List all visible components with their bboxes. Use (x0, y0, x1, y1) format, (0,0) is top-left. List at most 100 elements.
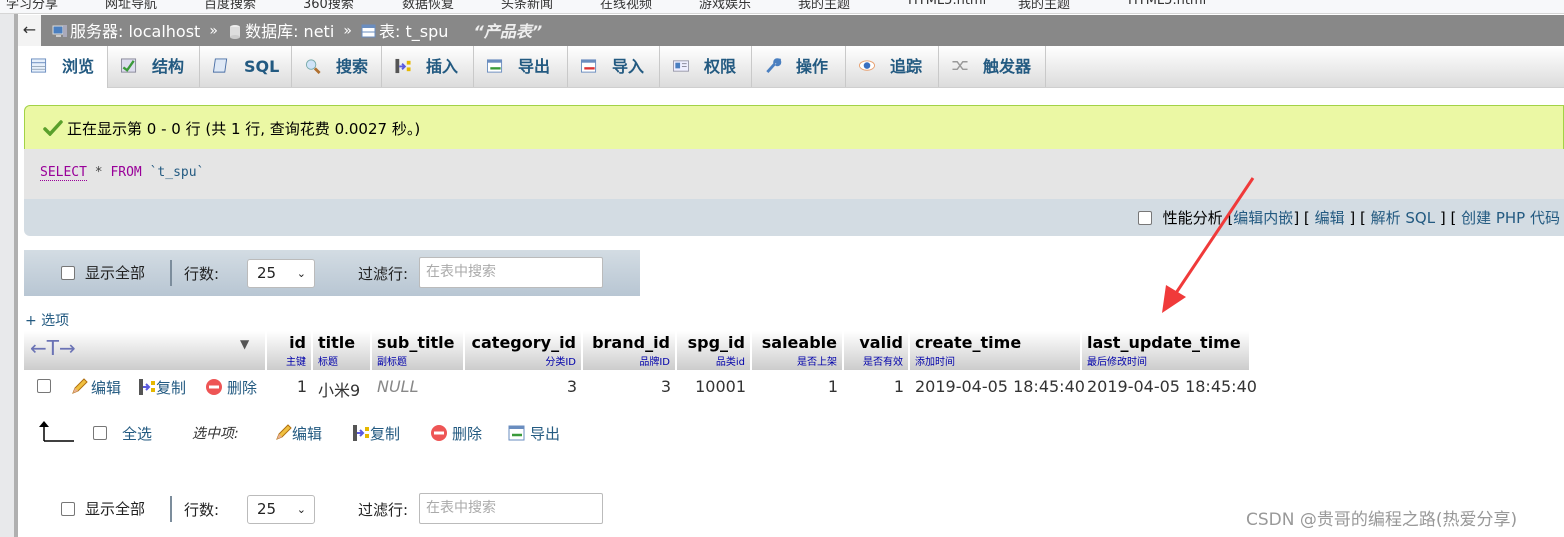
tab-triggers[interactable]: 触发器 (939, 46, 1046, 87)
navigation-panel-bottom: 显示全部 行数: 25 ⌄ 过滤行: 在表中搜索 (24, 486, 640, 532)
collapse-nav-button[interactable]: ← (18, 15, 41, 46)
column-name[interactable]: id (289, 333, 306, 352)
bulk-export-button[interactable]: 导出 (508, 423, 560, 444)
bookmark-item[interactable]: 我的主题 (1018, 0, 1070, 12)
bookmark-item[interactable]: 游戏娱乐 (699, 0, 751, 12)
cell-id[interactable]: 1 (267, 377, 307, 396)
cell-title[interactable]: 小米9 (318, 377, 360, 401)
tab-wrench[interactable]: 操作 (752, 46, 846, 87)
tab-import[interactable]: 导入 (568, 46, 660, 87)
sql-select-keyword[interactable]: SELECT (40, 165, 87, 181)
column-header-spg-id[interactable]: spg_id 品类id (677, 331, 751, 370)
copy-icon (139, 378, 155, 395)
cell-sub-title[interactable]: NULL (377, 377, 419, 396)
cell-valid[interactable]: 1 (844, 377, 904, 396)
tab-browse[interactable]: 浏览 (18, 46, 108, 88)
tab-privileges[interactable]: 权限 (660, 46, 752, 87)
column-header-saleable[interactable]: saleable 是否上架 (752, 331, 843, 370)
bulk-copy-button[interactable]: 复制 (352, 423, 400, 444)
bookmark-item[interactable]: 头条新闻 (501, 0, 553, 12)
breadcrumb-server[interactable]: 服务器: localhost (70, 22, 200, 41)
column-name[interactable]: last_update_time (1087, 333, 1241, 352)
cell-saleable[interactable]: 1 (752, 377, 838, 396)
export-icon (487, 58, 503, 73)
column-name[interactable]: create_time (915, 333, 1021, 352)
filter-rows-input[interactable]: 在表中搜索 (419, 257, 603, 288)
cell-category-id[interactable]: 3 (465, 377, 577, 396)
edit-query-link[interactable]: 编辑 (1315, 209, 1345, 227)
rows-per-page-select-bottom[interactable]: 25 ⌄ (247, 495, 315, 524)
rows-per-page-select[interactable]: 25 ⌄ (247, 259, 315, 288)
column-header-valid[interactable]: valid 是否有效 (844, 331, 909, 370)
bookmark-item[interactable]: 我的主题 (798, 0, 850, 12)
create-php-code-link[interactable]: 创建 PHP 代码 (1461, 209, 1560, 227)
tab-bar: 浏览 结构 SQL 搜索 插入 导出 导入 权限 操作 追踪 触发器 (18, 46, 1564, 88)
panel-resizer[interactable] (14, 14, 18, 537)
column-name[interactable]: category_id (472, 333, 576, 352)
column-header-title[interactable]: title 标题 (313, 331, 371, 370)
column-name[interactable]: sub_title (377, 333, 454, 352)
filter-rows-input-bottom[interactable]: 在表中搜索 (419, 493, 603, 524)
actions-header: ←T→ ▼ (24, 331, 266, 370)
explain-sql-link[interactable]: 解析 SQL (1371, 209, 1435, 227)
select-all-link[interactable]: 全选 (122, 423, 152, 444)
row-edit-button[interactable]: 编辑 (70, 377, 121, 398)
breadcrumb-table[interactable]: 表: t_spu (379, 22, 448, 41)
tab-search[interactable]: 搜索 (292, 46, 382, 87)
column-name[interactable]: valid (859, 333, 903, 352)
bulk-edit-button[interactable]: 编辑 (274, 423, 322, 444)
options-toggle-link[interactable]: + 选项 (25, 310, 69, 330)
column-header-last-update-time[interactable]: last_update_time 最后修改时间 (1082, 331, 1250, 370)
row-checkbox[interactable] (37, 379, 51, 393)
column-name[interactable]: brand_id (592, 333, 670, 352)
export-icon (508, 425, 525, 440)
bookmark-item[interactable]: HTML5.html (1128, 0, 1206, 8)
show-all-checkbox[interactable] (61, 265, 75, 280)
tab-insert[interactable]: 插入 (382, 46, 474, 87)
column-header-category-id[interactable]: category_id 分类ID (465, 331, 582, 370)
bookmark-item[interactable]: 网址导航 (105, 0, 157, 12)
rows-label: 行数: (184, 501, 220, 519)
column-name[interactable]: spg_id (688, 333, 745, 352)
bulk-delete-button[interactable]: 删除 (430, 423, 482, 444)
structure-icon (121, 57, 137, 73)
bookmark-item[interactable]: 百度搜索 (204, 0, 256, 12)
tab-structure[interactable]: 结构 (108, 46, 200, 87)
profiling-checkbox[interactable] (1137, 210, 1152, 225)
tab-export[interactable]: 导出 (474, 46, 568, 87)
delete-icon (431, 424, 447, 441)
column-name[interactable]: title (318, 333, 355, 352)
tab-label: 浏览 (62, 57, 95, 76)
cell-create-time[interactable]: 2019-04-05 18:45:40 (915, 377, 1085, 396)
bookmark-item[interactable]: 学习分享 (6, 0, 58, 12)
cell-last-update-time[interactable]: 2019-04-05 18:45:40 (1087, 377, 1257, 396)
table-comment: “产品表” (473, 22, 543, 41)
triggers-icon (952, 60, 968, 70)
column-comment: 品类id (715, 357, 745, 368)
copy-icon (353, 424, 369, 441)
bookmark-item[interactable]: 360搜索 (303, 0, 354, 12)
cell-spg-id[interactable]: 10001 (677, 377, 746, 396)
column-resize-handle[interactable]: ←T→ (30, 336, 76, 360)
select-all-checkbox[interactable] (93, 426, 107, 440)
tab-eye[interactable]: 追踪 (846, 46, 939, 87)
column-header-brand-id[interactable]: brand_id 品牌ID (583, 331, 676, 370)
pencil-icon (72, 377, 88, 394)
edit-inline-link[interactable]: 编辑内嵌 (1233, 209, 1293, 227)
sort-dropdown-icon[interactable]: ▼ (240, 337, 249, 351)
row-delete-button[interactable]: 删除 (205, 377, 257, 398)
breadcrumb-database[interactable]: 数据库: neti (245, 22, 334, 41)
bookmark-item[interactable]: HTML5.html (908, 0, 986, 8)
column-name[interactable]: saleable (762, 333, 837, 352)
bookmark-item[interactable]: 在线视频 (600, 0, 652, 12)
bookmark-item[interactable]: 数据恢复 (402, 0, 454, 12)
column-header-sub-title[interactable]: sub_title 副标题 (372, 331, 464, 370)
show-all-checkbox-bottom[interactable] (61, 501, 75, 516)
column-header-create-time[interactable]: create_time 添加时间 (910, 331, 1081, 370)
cell-brand-id[interactable]: 3 (583, 377, 671, 396)
column-header-id[interactable]: id 主键 (267, 331, 312, 370)
tab-sql[interactable]: SQL (200, 46, 292, 87)
row-copy-button[interactable]: 复制 (138, 377, 186, 398)
tab-label: 追踪 (890, 57, 923, 76)
filter-rows-label: 过滤行: (358, 265, 409, 283)
